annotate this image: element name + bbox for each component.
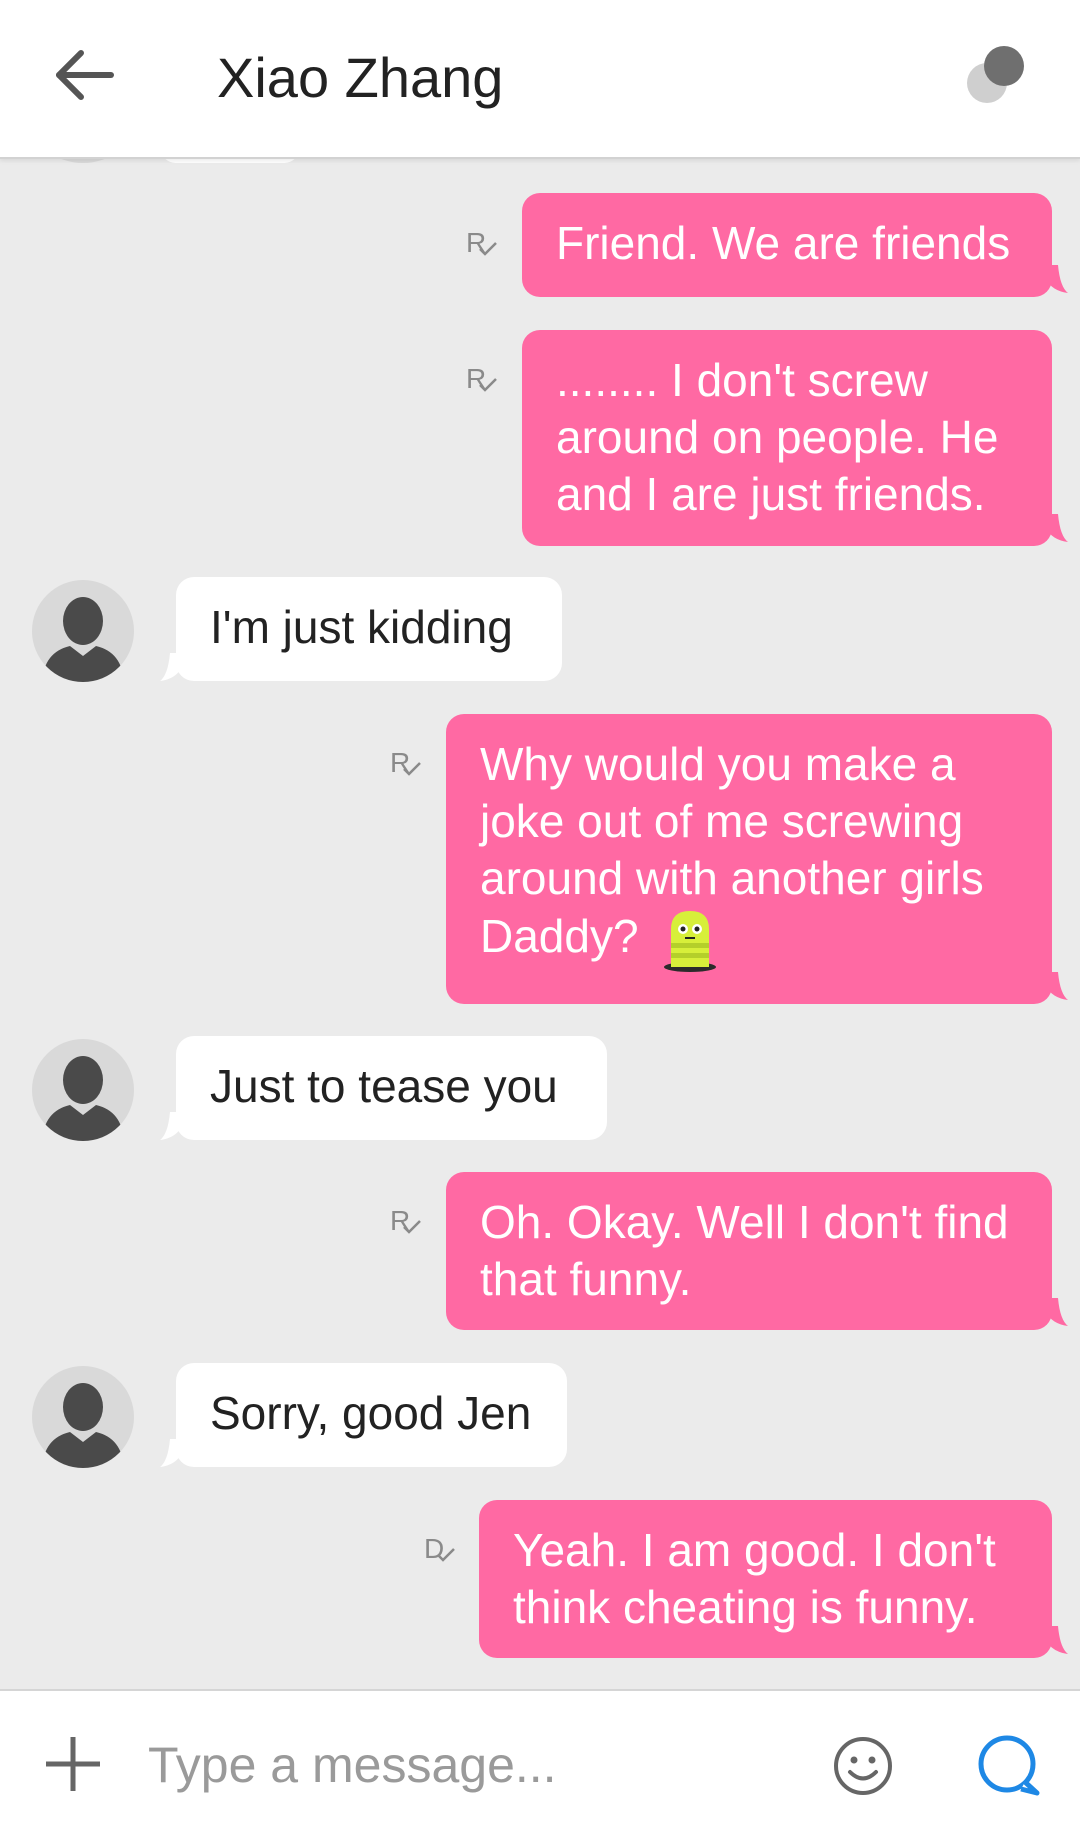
person-silhouette-icon (42, 1056, 124, 1141)
bubble-tail (160, 1439, 182, 1467)
partial-previous-avatar (32, 159, 134, 163)
arrow-left-icon (56, 50, 114, 100)
theme-button[interactable] (960, 40, 1030, 110)
back-button[interactable] (45, 35, 125, 115)
check-icon (479, 378, 497, 392)
outgoing-message-bubble[interactable]: Oh. Okay. Well I don't find that funny. (446, 1172, 1052, 1330)
message-input[interactable] (146, 1721, 790, 1809)
check-icon (479, 242, 497, 256)
check-icon (437, 1548, 455, 1562)
smiley-icon (834, 1737, 892, 1795)
send-bubble-icon (978, 1735, 1040, 1796)
emoji-button[interactable] (832, 1735, 894, 1797)
message-text: Friend. We are friends (556, 217, 1011, 269)
message-list[interactable]: R Friend. We are friends R ........ I do… (0, 159, 1080, 1689)
read-receipt: R (386, 745, 430, 789)
bubble-tail (160, 653, 182, 681)
message-text: Sorry, good Jen (210, 1387, 532, 1439)
person-silhouette-icon (42, 1383, 124, 1468)
top-bar: Xiao Zhang (0, 0, 1080, 159)
outgoing-message-bubble[interactable]: Why would you make a joke out of me scre… (446, 714, 1052, 1004)
incoming-message-bubble[interactable]: I'm just kidding (176, 577, 562, 681)
attach-button[interactable] (40, 1731, 106, 1797)
bubble-tail (1046, 1298, 1068, 1326)
message-text: Yeah. I am good. I don't think cheating … (513, 1524, 996, 1633)
incoming-message-bubble[interactable]: Sorry, good Jen (176, 1363, 567, 1467)
message-text: I'm just kidding (210, 601, 513, 653)
bubble-tail (1046, 265, 1068, 293)
bubble-tail (1046, 514, 1068, 542)
outgoing-message-bubble[interactable]: ........ I don't screw around on people.… (522, 330, 1052, 546)
bubble-tail (1046, 972, 1068, 1000)
delivered-receipt: D (420, 1531, 464, 1575)
message-composer (0, 1689, 1080, 1837)
message-text: Why would you make a joke out of me scre… (480, 738, 984, 963)
read-receipt: R (462, 225, 506, 269)
read-receipt: R (386, 1203, 430, 1247)
message-text: ........ I don't screw around on people.… (556, 354, 999, 520)
message-text: Oh. Okay. Well I don't find that funny. (480, 1196, 1009, 1305)
outgoing-message-bubble[interactable]: Friend. We are friends (522, 193, 1052, 297)
bubble-tail (1046, 1626, 1068, 1654)
contact-avatar[interactable] (32, 1039, 134, 1141)
partial-previous-bubble (160, 159, 300, 163)
contact-avatar[interactable] (32, 1366, 134, 1468)
plus-icon (46, 1737, 100, 1791)
conversation-title: Xiao Zhang (217, 46, 504, 109)
check-icon (403, 762, 421, 776)
send-button[interactable] (975, 1733, 1041, 1799)
outgoing-message-bubble[interactable]: Yeah. I am good. I don't think cheating … (479, 1500, 1052, 1658)
theme-circles-icon (967, 46, 1024, 103)
read-receipt: R (462, 361, 506, 405)
check-icon (403, 1220, 421, 1234)
incoming-message-bubble[interactable]: Just to tease you (176, 1036, 607, 1140)
person-silhouette-icon (42, 597, 124, 682)
worm-emoji-icon (664, 911, 717, 972)
message-text: Just to tease you (210, 1060, 558, 1112)
contact-avatar[interactable] (32, 580, 134, 682)
bubble-tail (160, 1112, 182, 1140)
